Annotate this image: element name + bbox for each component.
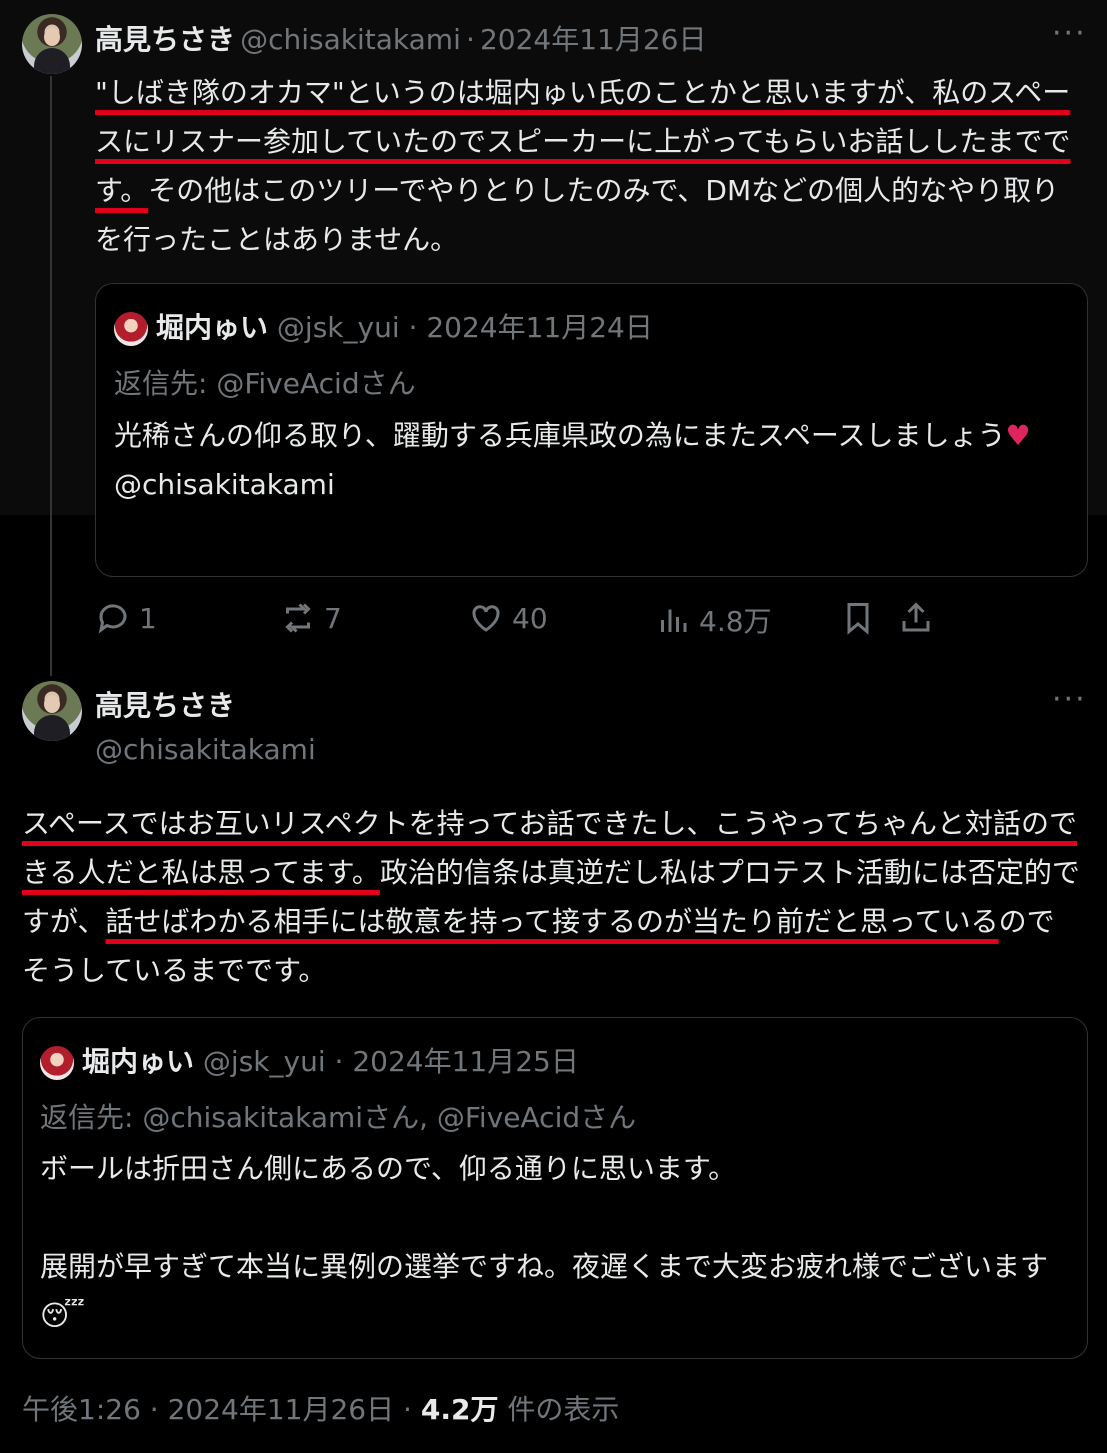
meta-separator: · — [403, 1393, 421, 1426]
avatar-face — [44, 28, 60, 46]
repost-count: 7 — [324, 601, 342, 635]
quoted-body: 光稀さんの仰る取り、躍動する兵庫県政の為にまたスペースしましょう — [114, 419, 1006, 452]
quoted-author-name: 堀内ゅい — [156, 311, 269, 344]
like-count: 40 — [512, 601, 548, 635]
quoted-body-line1: ボールは折田さん側にあるので、仰る通りに思います。 — [40, 1152, 737, 1185]
quoted-mention: @chisakitakami — [114, 468, 335, 501]
quoted-post[interactable]: 堀内ゅい @jsk_yui · 2024年11月25日 返信先: @chisak… — [22, 1017, 1088, 1359]
quoted-author-avatar — [40, 1046, 74, 1080]
post-date[interactable]: 2024年11月26日 — [480, 23, 707, 56]
quoted-post-date: 2024年11月25日 — [352, 1045, 579, 1078]
quoted-author-handle: @jsk_yui — [202, 1045, 326, 1078]
avatar-body — [34, 48, 70, 74]
sleeping-emoji-icon: 😴 — [40, 1299, 85, 1332]
views-count: 4.8万 — [699, 605, 772, 638]
post-date[interactable]: 2024年11月26日 — [168, 1393, 395, 1426]
repost-button[interactable]: 7 — [280, 600, 342, 636]
quoted-author-name: 堀内ゅい — [82, 1045, 195, 1078]
thread-connector-line — [50, 76, 52, 676]
views-label: 件の表示 — [507, 1393, 620, 1426]
post-text: スペースではお互いリスペクトを持ってお話できたし、こうやってちゃんと対話のできる… — [22, 799, 1082, 995]
meta-separator: · — [149, 1393, 168, 1426]
post-text-rest: その他はこのツリーでやりとりしたのみで、DMなどの個人的なやり取りを行ったことは… — [95, 174, 1060, 256]
reply-to-line: 返信先: @FiveAcidさん — [114, 367, 416, 400]
views-icon — [661, 609, 687, 632]
avatar-body — [34, 715, 70, 741]
more-options-icon[interactable]: ··· — [1052, 19, 1087, 49]
bookmark-icon — [847, 603, 869, 635]
quoted-post[interactable]: 堀内ゅい @jsk_yui · 2024年11月24日 返信先: @FiveAc… — [95, 283, 1088, 577]
author-avatar[interactable] — [22, 14, 82, 74]
share-icon — [902, 602, 930, 632]
post-text: "しばき隊のオカマ"というのは堀内ゅい氏のことかと思いますが、私のスペースにリス… — [95, 68, 1085, 264]
reply-count: 1 — [139, 601, 157, 635]
share-button[interactable] — [898, 600, 942, 636]
repost-icon — [285, 603, 311, 633]
heart-emoji: ♥ — [1005, 419, 1031, 452]
quoted-post-header: 堀内ゅい @jsk_yui · 2024年11月24日 — [114, 306, 653, 346]
author-avatar[interactable] — [22, 681, 82, 741]
author-handle[interactable]: @chisakitakami — [95, 733, 316, 766]
author-name[interactable]: 高見ちさき — [95, 23, 235, 56]
reply-icon — [98, 604, 127, 634]
post-time[interactable]: 午後1:26 — [22, 1393, 141, 1426]
avatar-face — [44, 695, 60, 713]
meta-separator: · — [465, 23, 475, 56]
meta-separator: · — [408, 311, 418, 344]
quoted-post-header: 堀内ゅい @jsk_yui · 2024年11月25日 — [40, 1040, 579, 1080]
author-handle[interactable]: @chisakitakami — [240, 23, 461, 56]
bookmark-button[interactable] — [840, 600, 884, 636]
post-footer: 午後1:26 · 2024年11月26日 · 4.2万 件の表示 — [22, 1388, 619, 1428]
post-actions: 1 7 40 4.8万 — [95, 600, 955, 644]
reply-button[interactable]: 1 — [95, 600, 157, 636]
reply-to-line: 返信先: @chisakitakamiさん, @FiveAcidさん — [40, 1101, 637, 1134]
quoted-post-text: ボールは折田さん側にあるので、仰る通りに思います。 展開が早すぎて本当に異例の選… — [40, 1144, 1070, 1340]
heart-icon — [472, 605, 500, 632]
post-header: 高見ちさき @chisakitakami · 2024年11月26日 — [95, 18, 706, 58]
meta-separator: · — [334, 1045, 344, 1078]
quoted-post-text: 光稀さんの仰る取り、躍動する兵庫県政の為にまたスペースしましょう♥ @chisa… — [114, 411, 1074, 509]
quoted-author-handle: @jsk_yui — [276, 311, 400, 344]
views-total: 4.2万 — [420, 1393, 499, 1426]
quoted-author-avatar — [114, 312, 148, 346]
quoted-body-line2: 展開が早すぎて本当に異例の選挙ですね。夜遅くまで大変お疲れ様でございます — [40, 1250, 1049, 1283]
more-options-icon[interactable]: ··· — [1052, 685, 1087, 715]
like-button[interactable]: 40 — [468, 600, 548, 636]
author-name[interactable]: 高見ちさき — [95, 684, 235, 724]
highlighted-text: 話せばわかる相手には敬意を持って接するのが当たり前だと思っている — [105, 905, 999, 938]
views-button[interactable]: 4.8万 — [655, 600, 772, 640]
quoted-post-date: 2024年11月24日 — [426, 311, 653, 344]
